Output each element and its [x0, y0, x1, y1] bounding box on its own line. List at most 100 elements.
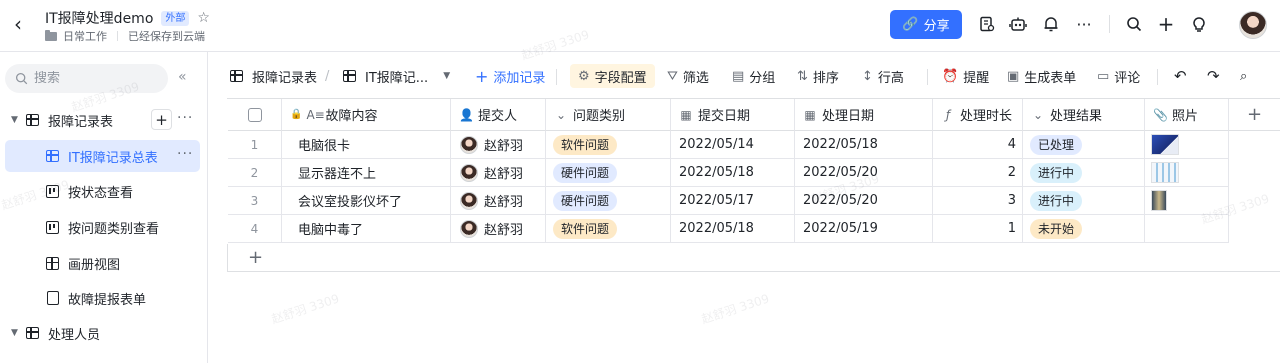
- calendar-icon: ▦: [680, 107, 692, 122]
- table-tab[interactable]: 报障记录表: [229, 66, 317, 86]
- add-row-button[interactable]: +: [227, 244, 1280, 272]
- more-icon[interactable]: ···: [1073, 13, 1095, 35]
- column-header-content[interactable]: 🔒 A≡ 故障内容: [282, 99, 451, 131]
- handle-date-cell[interactable]: 2022/05/20: [795, 159, 933, 187]
- caret-down-icon[interactable]: ▼: [11, 115, 25, 125]
- caret-down-icon[interactable]: ▼: [11, 328, 25, 338]
- sort-button[interactable]: ⇅ 排序: [797, 66, 839, 86]
- lightbulb-icon[interactable]: [1188, 13, 1210, 35]
- remind-button[interactable]: ⏰ 提醒: [942, 66, 989, 86]
- watermark: 赵舒羽 3309: [269, 291, 341, 327]
- content-cell[interactable]: 电脑很卡: [282, 131, 451, 159]
- sidebar-item-grid-view[interactable]: IT报障记录总表: [5, 140, 200, 172]
- photo-thumbnail[interactable]: [1151, 134, 1179, 155]
- duration-cell[interactable]: 4: [933, 131, 1023, 159]
- submit-date-cell[interactable]: 2022/05/18: [671, 159, 795, 187]
- search-records-icon[interactable]: ⌕: [1240, 66, 1247, 86]
- generate-form-button[interactable]: ▣ 生成表单: [1007, 66, 1076, 86]
- photo-cell[interactable]: [1145, 187, 1229, 215]
- category-cell[interactable]: 软件问题: [546, 215, 671, 243]
- table-row[interactable]: 2 显示器连不上 赵舒羽 硬件问题 2022/05/18 2022/05/20 …: [228, 159, 1229, 187]
- submit-date-cell[interactable]: 2022/05/17: [671, 187, 795, 215]
- submitter-name: 赵舒羽: [484, 167, 524, 182]
- column-header-handle-date[interactable]: ▦ 处理日期: [795, 99, 933, 131]
- result-cell[interactable]: 未开始: [1023, 215, 1145, 243]
- more-icon[interactable]: ···: [177, 146, 193, 162]
- add-record-button[interactable]: + 添加记录: [475, 66, 545, 86]
- sidebar-item-status-kanban[interactable]: 按状态查看: [5, 175, 200, 207]
- column-header-result[interactable]: ⌄ 处理结果: [1023, 99, 1145, 131]
- submitter-cell[interactable]: 赵舒羽: [451, 187, 546, 215]
- handle-date-cell[interactable]: 2022/05/20: [795, 187, 933, 215]
- sidebar-search[interactable]: [5, 64, 168, 93]
- breadcrumb-folder[interactable]: 日常工作: [63, 28, 107, 44]
- duration-cell[interactable]: 2: [933, 159, 1023, 187]
- duration-cell[interactable]: 3: [933, 187, 1023, 215]
- collapse-sidebar-icon[interactable]: «: [178, 69, 187, 85]
- back-icon[interactable]: ‹: [14, 13, 34, 35]
- duration-cell[interactable]: 1: [933, 215, 1023, 243]
- submit-date-cell[interactable]: 2022/05/14: [671, 131, 795, 159]
- column-header-submit-date[interactable]: ▦ 提交日期: [671, 99, 795, 131]
- select-all-cell[interactable]: [228, 99, 282, 131]
- sidebar-item-category-kanban[interactable]: 按问题类别查看: [5, 211, 200, 243]
- document-icon[interactable]: [976, 13, 998, 35]
- photo-cell[interactable]: [1145, 215, 1229, 243]
- avatar: [460, 163, 478, 182]
- field-config-button[interactable]: ⚙ 字段配置: [570, 64, 655, 88]
- photo-cell[interactable]: [1145, 131, 1229, 159]
- submitter-cell[interactable]: 赵舒羽: [451, 131, 546, 159]
- submit-date-cell[interactable]: 2022/05/18: [671, 215, 795, 243]
- result-cell[interactable]: 进行中: [1023, 159, 1145, 187]
- photo-cell[interactable]: [1145, 159, 1229, 187]
- content-cell[interactable]: 会议室投影仪坏了: [282, 187, 451, 215]
- photo-thumbnail[interactable]: [1151, 190, 1167, 211]
- result-cell[interactable]: 进行中: [1023, 187, 1145, 215]
- bell-icon[interactable]: [1040, 13, 1062, 35]
- table-row[interactable]: 1 电脑很卡 赵舒羽 软件问题 2022/05/14 2022/05/18 4 …: [228, 131, 1229, 159]
- photo-thumbnail[interactable]: [1151, 162, 1179, 183]
- formula-icon: ƒ: [945, 107, 951, 122]
- table-icon: [25, 326, 40, 341]
- undo-icon[interactable]: ↶: [1174, 66, 1187, 86]
- content-cell[interactable]: 电脑中毒了: [282, 215, 451, 243]
- sidebar-item-label: 报障记录表: [48, 114, 114, 130]
- doc-title[interactable]: IT报障处理demo: [45, 8, 153, 28]
- plus-icon[interactable]: +: [1155, 12, 1177, 36]
- content-cell[interactable]: 显示器连不上: [282, 159, 451, 187]
- search-input[interactable]: [34, 71, 144, 86]
- sidebar-item-gallery[interactable]: 画册视图: [5, 247, 200, 279]
- submitter-cell[interactable]: 赵舒羽: [451, 159, 546, 187]
- result-cell[interactable]: 已处理: [1023, 131, 1145, 159]
- column-header-submitter[interactable]: 👤 提交人: [451, 99, 546, 131]
- column-header-duration[interactable]: ƒ 处理时长: [933, 99, 1023, 131]
- user-avatar[interactable]: [1239, 11, 1267, 39]
- star-icon[interactable]: ☆: [197, 10, 210, 26]
- table-row[interactable]: 3 会议室投影仪坏了 赵舒羽 硬件问题 2022/05/17 2022/05/2…: [228, 187, 1229, 215]
- comment-button[interactable]: ▭ 评论: [1097, 66, 1140, 86]
- view-switcher[interactable]: IT报障记... ▼: [342, 66, 450, 86]
- sidebar-item-handlers[interactable]: ▼ 处理人员: [5, 317, 200, 349]
- sidebar-item-form[interactable]: 故障提报表单: [5, 282, 200, 314]
- group-button[interactable]: ▤ 分组: [732, 66, 775, 86]
- column-header-photo[interactable]: 📎 照片: [1145, 99, 1229, 131]
- table-row[interactable]: 4 电脑中毒了 赵舒羽 软件问题 2022/05/18 2022/05/19 1…: [228, 215, 1229, 243]
- column-header-category[interactable]: ⌄ 问题类别: [546, 99, 671, 131]
- search-icon[interactable]: [1123, 13, 1145, 35]
- filter-button[interactable]: ⛛ 筛选: [667, 66, 709, 86]
- submitter-cell[interactable]: 赵舒羽: [451, 215, 546, 243]
- category-cell[interactable]: 硬件问题: [546, 159, 671, 187]
- add-column-button[interactable]: +: [1229, 99, 1280, 131]
- handle-date-cell[interactable]: 2022/05/18: [795, 131, 933, 159]
- redo-icon[interactable]: ↷: [1207, 66, 1220, 86]
- select-all-checkbox[interactable]: [247, 107, 262, 122]
- generate-form-label: 生成表单: [1024, 70, 1077, 86]
- handle-date-cell[interactable]: 2022/05/19: [795, 215, 933, 243]
- bot-icon[interactable]: [1007, 13, 1029, 35]
- more-icon[interactable]: ···: [177, 110, 193, 126]
- share-button[interactable]: 🔗 分享: [890, 10, 962, 39]
- category-cell[interactable]: 硬件问题: [546, 187, 671, 215]
- category-cell[interactable]: 软件问题: [546, 131, 671, 159]
- row-height-button[interactable]: ↕ 行高: [862, 66, 904, 86]
- add-view-button[interactable]: +: [151, 109, 172, 130]
